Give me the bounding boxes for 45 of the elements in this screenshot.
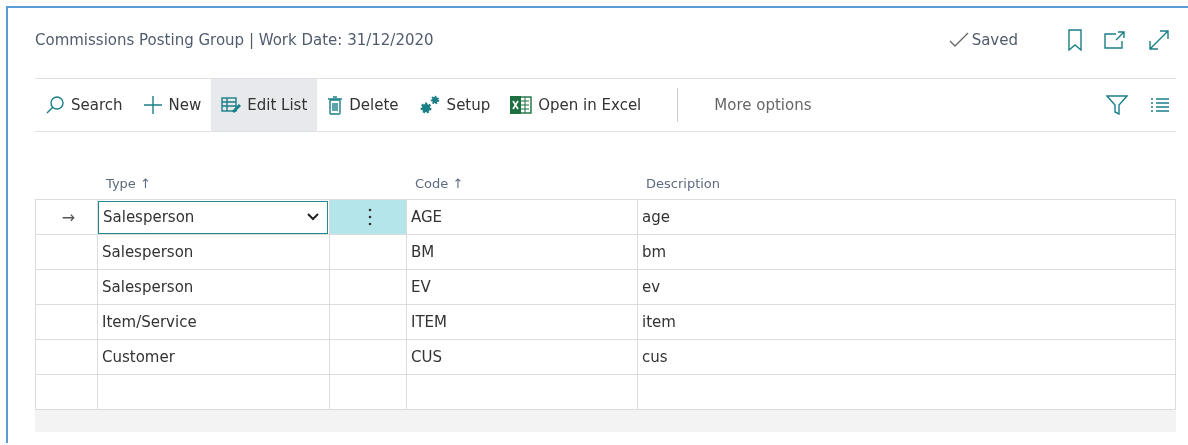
plus-icon: [142, 95, 163, 115]
table-cell: ev: [638, 270, 1176, 305]
search-icon: [45, 95, 65, 115]
column-header: Description: [645, 176, 722, 193]
table-cell: AGE: [407, 199, 638, 235]
open-new-window-icon[interactable]: [1104, 31, 1126, 49]
table-cell: [35, 305, 98, 340]
filter-icon[interactable]: [1106, 95, 1128, 115]
check-icon: [948, 32, 969, 48]
spreadsheet-icon: [510, 95, 533, 115]
table-cell: bm: [638, 235, 1176, 270]
table-cell: [35, 235, 98, 270]
action-button[interactable]: Delete: [317, 79, 409, 131]
table-cell: Item/Service: [98, 305, 330, 340]
table-cell: age: [638, 199, 1176, 235]
type-dropdown[interactable]: Salesperson: [98, 200, 328, 234]
action-button[interactable]: Edit List: [211, 79, 318, 131]
table-cell: [35, 340, 98, 375]
edit-list-icon: [221, 96, 242, 114]
row-menu-icon[interactable]: [368, 208, 372, 226]
action-button[interactable]: Open in Excel: [500, 79, 652, 131]
table-cell: Salesperson: [98, 270, 330, 305]
saved-label: Saved: [971, 31, 1018, 49]
table-cell: [35, 270, 98, 305]
table-cell: BM: [407, 235, 638, 270]
action-button[interactable]: Setup: [408, 79, 501, 131]
column-header: Type ↑: [105, 176, 152, 193]
table-cell: Customer: [98, 340, 330, 375]
bookmark-icon[interactable]: [1068, 29, 1082, 51]
expand-icon[interactable]: [1148, 29, 1170, 51]
table-cell: CUS: [407, 340, 638, 375]
trash-icon: [327, 95, 344, 115]
more-options-button[interactable]: More options: [702, 96, 1106, 114]
chevron-down-icon: [307, 213, 319, 221]
action-button[interactable]: Search: [35, 79, 133, 131]
gears-icon: [418, 95, 441, 115]
page-title: Commissions Posting Group | Work Date: 31/12/2020: [35, 31, 435, 49]
column-header: Code ↑: [414, 176, 465, 193]
table-cell: Salesperson: [98, 235, 330, 270]
action-button[interactable]: New: [132, 79, 212, 131]
list-view-icon[interactable]: [1150, 98, 1170, 112]
table-cell: ITEM: [407, 305, 638, 340]
table-cell: cus: [638, 340, 1176, 375]
table-cell: item: [638, 305, 1176, 340]
table-cell: EV: [407, 270, 638, 305]
